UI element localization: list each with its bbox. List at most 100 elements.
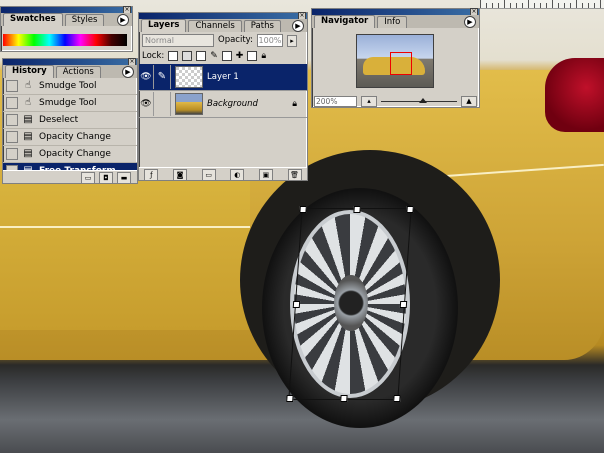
adjustment-layer-button[interactable]: ◐ <box>230 169 245 181</box>
palette-menu-icon[interactable]: ▶ <box>292 20 304 32</box>
ruler-tick <box>534 3 535 8</box>
history-item[interactable]: ☝ Smudge Tool <box>3 95 137 112</box>
ruler-tick <box>582 3 583 8</box>
layer-style-button[interactable]: ƒ <box>144 169 159 181</box>
history-item[interactable]: ▤ Opacity Change <box>3 129 137 146</box>
history-item-label: Smudge Tool <box>39 81 97 91</box>
layers-palette: × Layers Channels Paths ▶ Normal Opacity… <box>138 12 308 181</box>
transform-handle[interactable] <box>340 395 348 402</box>
top-ruler: 5 <box>480 0 604 9</box>
tail-light <box>545 58 604 132</box>
ruler-tick <box>558 3 559 8</box>
color-swatch-strip[interactable] <box>3 34 127 46</box>
history-item[interactable]: ☝ Smudge Tool <box>3 78 137 95</box>
new-set-button[interactable]: ▭ <box>201 169 216 181</box>
lock-position-checkbox[interactable] <box>221 51 232 61</box>
ruler-tick <box>528 0 529 8</box>
lock-transparency-checkbox[interactable] <box>168 51 179 61</box>
tab-styles[interactable]: Styles <box>64 14 105 26</box>
ruler-tick <box>510 3 511 8</box>
ruler-tick <box>480 0 481 8</box>
move-lock-icon: ✚ <box>235 51 244 61</box>
tab-channels[interactable]: Channels <box>188 20 242 32</box>
transform-handle[interactable] <box>393 395 401 402</box>
brush-link-icon[interactable]: ✎ <box>153 65 171 89</box>
history-checkbox[interactable] <box>6 97 18 109</box>
opacity-label: Opacity: <box>218 35 253 45</box>
delete-state-button[interactable]: ▬ <box>117 172 131 184</box>
ruler-tick <box>498 3 499 8</box>
lock-label: Lock: <box>142 51 165 61</box>
ruler-tick <box>492 3 493 8</box>
history-checkbox[interactable] <box>6 148 18 160</box>
trash-icon[interactable]: 🗑︎ <box>287 169 302 181</box>
history-item[interactable]: ▤ Deselect <box>3 112 137 129</box>
history-checkbox[interactable] <box>6 114 18 126</box>
document-icon: ▤ <box>23 114 33 125</box>
palette-menu-icon[interactable]: ▶ <box>117 14 129 26</box>
visibility-eye-icon[interactable]: 👁︎ <box>139 99 153 109</box>
add-mask-button[interactable]: ◙ <box>172 169 187 181</box>
opacity-arrow-button[interactable]: ▸ <box>286 34 297 47</box>
transform-handle[interactable] <box>406 206 414 213</box>
brush-lock-icon: ✎ <box>210 51 218 61</box>
ruler-tick <box>486 3 487 8</box>
tab-paths[interactable]: Paths <box>243 20 281 32</box>
padlock-icon: 🔒︎ <box>261 51 267 61</box>
history-item[interactable]: ▤ Opacity Change <box>3 146 137 163</box>
swatches-palette: × Swatches Styles ▶ <box>0 6 133 52</box>
ruler-tick <box>552 0 553 8</box>
history-checkbox[interactable] <box>6 131 18 143</box>
layer-name[interactable]: Layer 1 <box>207 72 239 82</box>
tab-actions[interactable]: Actions <box>55 66 101 78</box>
transform-handle[interactable] <box>286 395 294 402</box>
zoom-field[interactable]: 200% <box>314 95 357 107</box>
lock-image-checkbox[interactable] <box>182 51 193 61</box>
transform-handle[interactable] <box>292 301 301 308</box>
history-item-label: Opacity Change <box>39 132 111 142</box>
layer-row-background[interactable]: 👁︎ Background 🔒︎ <box>139 91 307 118</box>
opacity-input[interactable]: 100% <box>256 33 283 47</box>
history-item-label: Deselect <box>39 115 79 125</box>
new-snapshot-button[interactable]: ◘ <box>99 172 113 184</box>
transform-handle[interactable] <box>399 301 408 308</box>
history-item-label: Smudge Tool <box>39 98 97 108</box>
free-transform-box[interactable] <box>286 206 414 402</box>
tab-navigator[interactable]: Navigator <box>314 15 376 28</box>
tab-swatches[interactable]: Swatches <box>3 13 63 26</box>
ruler-tick <box>540 3 541 8</box>
history-item-label: Opacity Change <box>39 149 111 159</box>
brush-link-icon[interactable] <box>153 92 171 116</box>
layer-row-layer-1[interactable]: 👁︎ ✎ Layer 1 <box>139 64 307 91</box>
navigator-palette: × Navigator Info ▶ 200% ▴ ▲ <box>311 8 480 108</box>
tab-layers[interactable]: Layers <box>141 19 187 32</box>
padlock-icon: 🔒︎ <box>292 99 297 109</box>
new-layer-button[interactable]: ▣ <box>258 169 273 181</box>
document-icon: ▤ <box>23 148 33 159</box>
zoom-out-icon[interactable]: ▴ <box>361 95 377 107</box>
layer-name[interactable]: Background <box>207 99 258 109</box>
palette-menu-icon[interactable]: ▶ <box>122 66 134 78</box>
document-icon: ▤ <box>23 131 33 142</box>
transform-handle[interactable] <box>299 206 307 213</box>
ruler-tick <box>588 3 589 8</box>
tab-history[interactable]: History <box>5 65 54 78</box>
blend-mode-select[interactable]: Normal <box>142 33 214 47</box>
history-checkbox[interactable] <box>6 80 18 92</box>
palette-menu-icon[interactable]: ▶ <box>464 16 476 28</box>
lock-paint-checkbox[interactable] <box>196 51 207 61</box>
layers-button-bar: ƒ ◙ ▭ ◐ ▣ 🗑︎ <box>139 167 307 181</box>
zoom-in-icon[interactable]: ▲ <box>461 95 477 107</box>
new-document-button[interactable]: ▭ <box>81 172 95 184</box>
zoom-slider[interactable] <box>381 97 457 103</box>
ruler-tick <box>564 3 565 8</box>
navigator-thumbnail[interactable] <box>356 34 434 88</box>
car-door <box>0 180 250 330</box>
tab-info[interactable]: Info <box>377 16 408 28</box>
layer-thumbnail <box>175 66 203 88</box>
transform-handle[interactable] <box>353 206 361 213</box>
lock-all-checkbox[interactable] <box>247 51 258 61</box>
visibility-eye-icon[interactable]: 👁︎ <box>139 72 153 82</box>
view-box[interactable] <box>390 52 412 75</box>
slider-knob[interactable] <box>419 97 427 103</box>
